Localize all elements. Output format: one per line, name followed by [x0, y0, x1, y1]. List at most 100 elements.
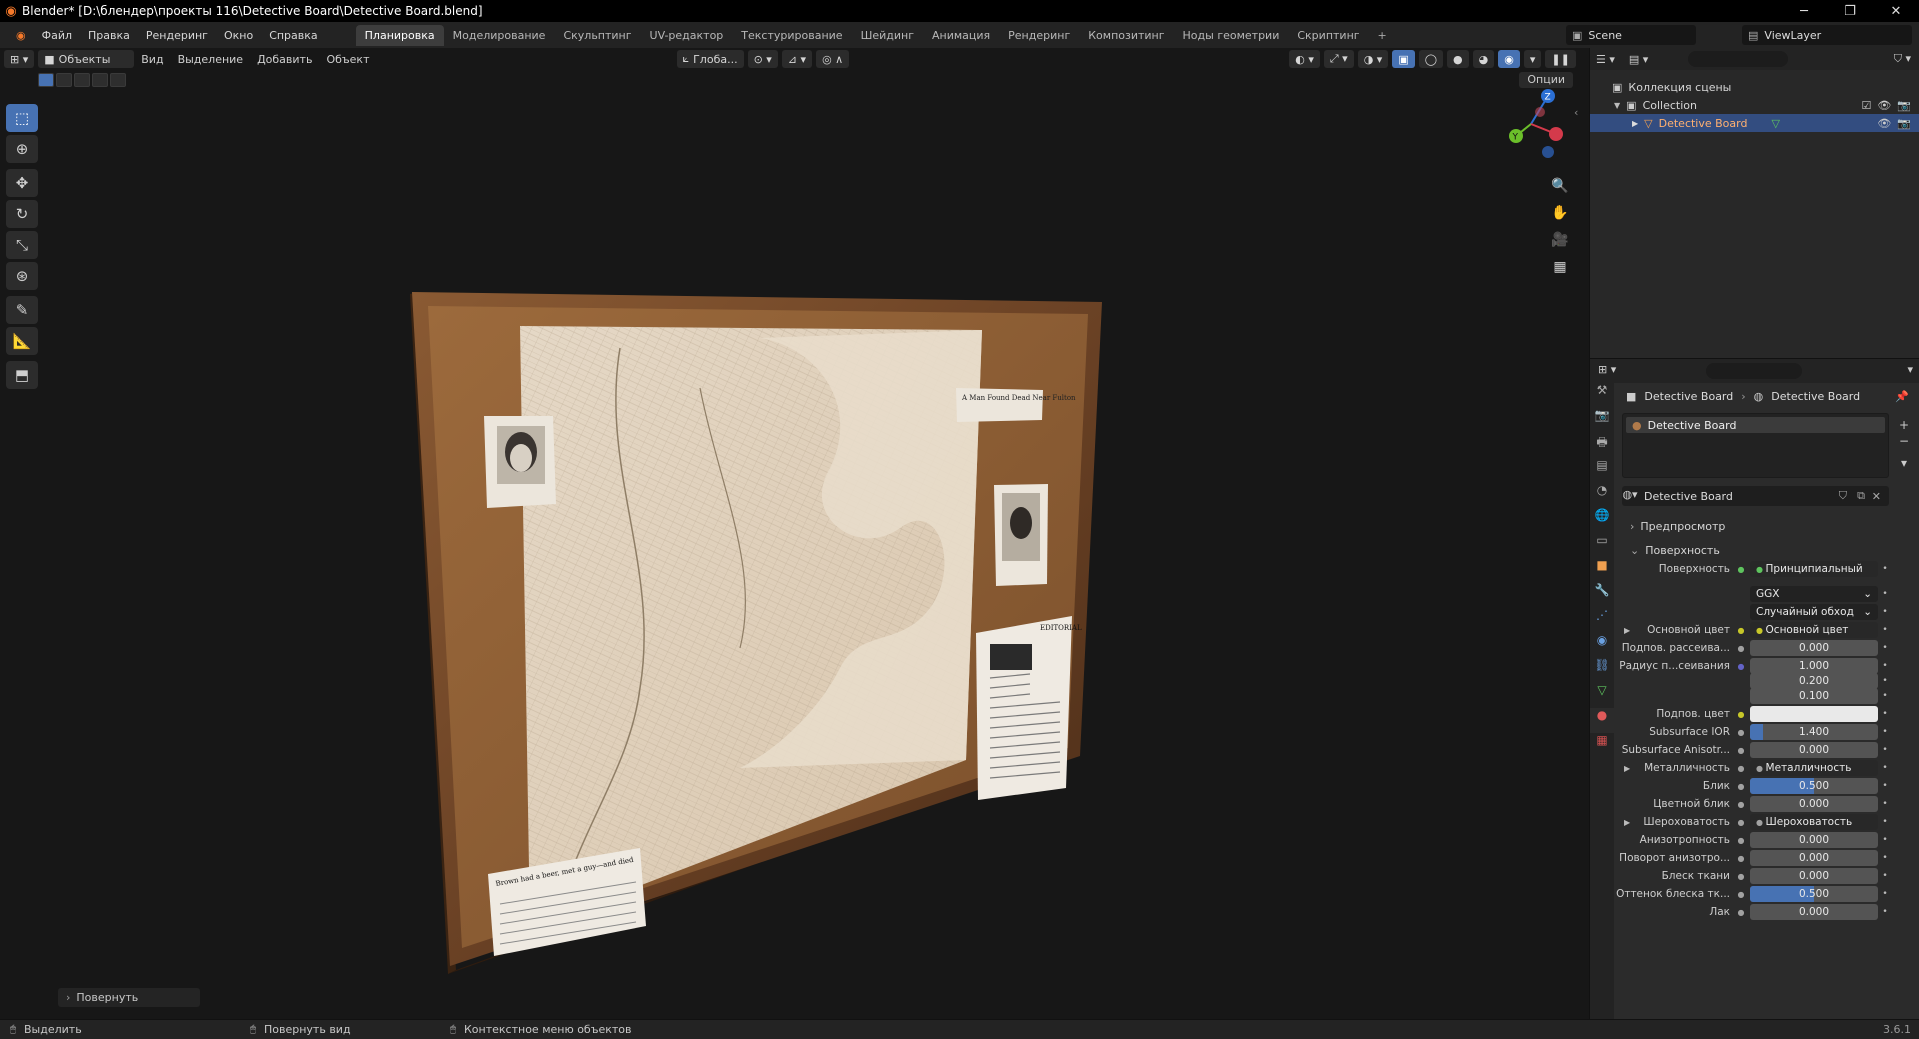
socket-dot-icon[interactable]: ● — [1736, 908, 1746, 917]
socket-dot-icon[interactable]: ● — [1736, 800, 1746, 809]
outliner-scene-collection[interactable]: ▣ Коллекция сцены — [1590, 78, 1919, 96]
socket-dot-icon[interactable]: ● — [1736, 764, 1746, 773]
tab-geometry-nodes[interactable]: Ноды геометрии — [1174, 25, 1289, 46]
editor-type-button[interactable]: ⊞ ▾ — [4, 50, 35, 68]
keyframe-dot-icon[interactable]: • — [1878, 781, 1892, 791]
socket-dot-icon[interactable]: ● — [1736, 644, 1746, 653]
value-slider[interactable]: 0.500 — [1750, 886, 1878, 902]
texture-tab-icon[interactable]: ▦ — [1590, 733, 1614, 758]
minimize-button[interactable]: ─ — [1781, 4, 1827, 19]
value-slider[interactable]: 0.000 — [1750, 868, 1878, 884]
menu-help[interactable]: Справка — [261, 29, 325, 42]
unlink-material-icon[interactable]: ✕ — [1872, 490, 1881, 503]
collection-tab-icon[interactable]: ▭ — [1590, 533, 1614, 558]
navigation-gizmo[interactable]: Z Y — [1496, 82, 1566, 182]
keyframe-dot-icon[interactable]: • — [1878, 889, 1892, 899]
transform-tool-icon[interactable]: ⊛ — [6, 262, 38, 290]
add-slot-icon[interactable]: + — [1897, 417, 1911, 433]
keyframe-dot-icon[interactable]: • — [1878, 853, 1892, 863]
socket-dot-icon[interactable]: ● — [1736, 662, 1746, 671]
maximize-button[interactable]: ❐ — [1827, 4, 1873, 19]
render-camera-icon[interactable]: 📷 — [1897, 117, 1911, 130]
value-slider[interactable]: 0.500 — [1750, 778, 1878, 794]
socket-dot-icon[interactable]: ● — [1736, 746, 1746, 755]
ortho-grid-icon[interactable]: ▦ — [1548, 259, 1572, 286]
mode-dropdown[interactable]: ■ Объекты — [38, 50, 135, 68]
keyframe-dot-icon[interactable]: • — [1878, 643, 1892, 653]
mesh-data-icon[interactable]: ▽ — [1771, 117, 1779, 130]
blender-menu-icon[interactable]: ◉ — [8, 29, 34, 42]
overlay-button[interactable]: ◑ ▾ — [1357, 50, 1389, 68]
value-slider[interactable]: 1.400 — [1750, 724, 1878, 740]
socket-dropdown[interactable]: ● Основной цвет — [1750, 622, 1878, 638]
rendered-shading-button[interactable]: ◉ — [1498, 50, 1520, 68]
render-tab-icon[interactable]: 📷 — [1590, 408, 1614, 433]
expand-arrow-icon[interactable]: ▶ — [1624, 626, 1630, 635]
solid-shading-button[interactable]: ● — [1447, 50, 1469, 68]
menu-edit[interactable]: Правка — [80, 29, 138, 42]
socket-dot-icon[interactable]: ● — [1736, 565, 1746, 574]
select-subtract-icon[interactable] — [74, 73, 90, 87]
value-slider[interactable]: 0.000 — [1750, 904, 1878, 920]
value-slider[interactable]: 0.000 — [1750, 742, 1878, 758]
panel-surface-header[interactable]: ⌄ Поверхность — [1616, 540, 1919, 560]
select-box-tool-icon[interactable]: ⬚ — [6, 104, 38, 132]
scene-tab-icon[interactable]: ◔ — [1590, 483, 1614, 508]
object-tab-icon[interactable]: ■ — [1590, 558, 1614, 583]
keyframe-dot-icon[interactable]: • — [1878, 835, 1892, 845]
outliner-editor-type-icon[interactable]: ☰ ▾ — [1596, 53, 1615, 66]
select-invert-icon[interactable] — [92, 73, 108, 87]
panel-preview-header[interactable]: › Предпросмотр — [1616, 516, 1919, 536]
slot-specials-icon[interactable]: ▾ — [1897, 455, 1911, 471]
keyframe-dot-icon[interactable]: • — [1878, 691, 1892, 701]
expand-arrow-icon[interactable]: ▶ — [1632, 119, 1638, 128]
menu-file[interactable]: Файл — [34, 29, 80, 42]
camera-view-icon[interactable]: 🎥 — [1548, 232, 1572, 259]
value-slider[interactable]: 0.000 — [1750, 832, 1878, 848]
outliner-object-detective-board[interactable]: ▶ ▽ Detective Board ▽ 👁 📷 — [1590, 114, 1919, 132]
filter-icon[interactable]: ⛉ ▾ — [1894, 52, 1911, 66]
gizmo-toggle-button[interactable]: ⤢ ▾ — [1323, 50, 1354, 68]
snap-button[interactable]: ⊿ ▾ — [781, 50, 813, 68]
properties-search-input[interactable] — [1706, 363, 1802, 379]
expand-arrow-icon[interactable]: ▶ — [1624, 764, 1630, 773]
add-workspace-button[interactable]: + — [1369, 25, 1396, 46]
menu-render[interactable]: Рендеринг — [138, 29, 216, 42]
keyframe-dot-icon[interactable]: • — [1878, 745, 1892, 755]
wireframe-shading-button[interactable]: ◯ — [1418, 50, 1444, 68]
socket-dot-icon[interactable]: ● — [1736, 854, 1746, 863]
tab-texture-paint[interactable]: Текстурирование — [732, 25, 851, 46]
tab-layout[interactable]: Планировка — [355, 24, 444, 46]
socket-dropdown[interactable]: ● Металличность — [1750, 760, 1878, 776]
select-extend-icon[interactable] — [56, 73, 72, 87]
socket-dot-icon[interactable]: ● — [1736, 710, 1746, 719]
expand-arrow-icon[interactable]: ▼ — [1614, 101, 1620, 110]
select-new-icon[interactable] — [38, 73, 54, 87]
keyframe-dot-icon[interactable]: • — [1878, 763, 1892, 773]
keyframe-dot-icon[interactable]: • — [1878, 817, 1892, 827]
sidebar-collapse-icon[interactable]: ‹ — [1574, 106, 1578, 119]
socket-dot-icon[interactable]: ● — [1736, 782, 1746, 791]
viewport-menu-select[interactable]: Выделение — [171, 53, 251, 66]
view-layer-tab-icon[interactable]: ▤ — [1590, 458, 1614, 483]
keyframe-dot-icon[interactable]: • — [1878, 625, 1892, 635]
exclude-checkbox-icon[interactable]: ☑ — [1861, 99, 1871, 112]
material-shading-button[interactable]: ◕ — [1472, 50, 1495, 68]
add-cube-tool-icon[interactable]: ⬒ — [6, 361, 38, 389]
material-slot-item[interactable]: ● Detective Board — [1626, 417, 1885, 433]
value-slider[interactable]: 0.100 — [1750, 688, 1878, 704]
duplicate-material-icon[interactable]: ⧉ — [1857, 489, 1865, 503]
outliner-collection[interactable]: ▼ ▣ Collection ☑ 👁 📷 — [1590, 96, 1919, 114]
keyframe-dot-icon[interactable]: • — [1878, 589, 1892, 599]
measure-tool-icon[interactable]: 📐 — [6, 327, 38, 355]
world-tab-icon[interactable]: 🌐 — [1590, 508, 1614, 533]
keyframe-dot-icon[interactable]: • — [1878, 871, 1892, 881]
material-browse-icon[interactable]: ◍▾ — [1620, 488, 1640, 501]
socket-dropdown[interactable]: ● Принципиальный BSDF — [1750, 561, 1878, 577]
scene-selector[interactable]: ▣ Scene — [1566, 25, 1696, 45]
socket-dot-icon[interactable]: ● — [1736, 728, 1746, 737]
viewport-menu-add[interactable]: Добавить — [250, 53, 319, 66]
tab-scripting[interactable]: Скриптинг — [1288, 25, 1368, 46]
properties-editor-type-icon[interactable]: ⊞ ▾ — [1598, 363, 1616, 376]
select-intersect-icon[interactable] — [110, 73, 126, 87]
